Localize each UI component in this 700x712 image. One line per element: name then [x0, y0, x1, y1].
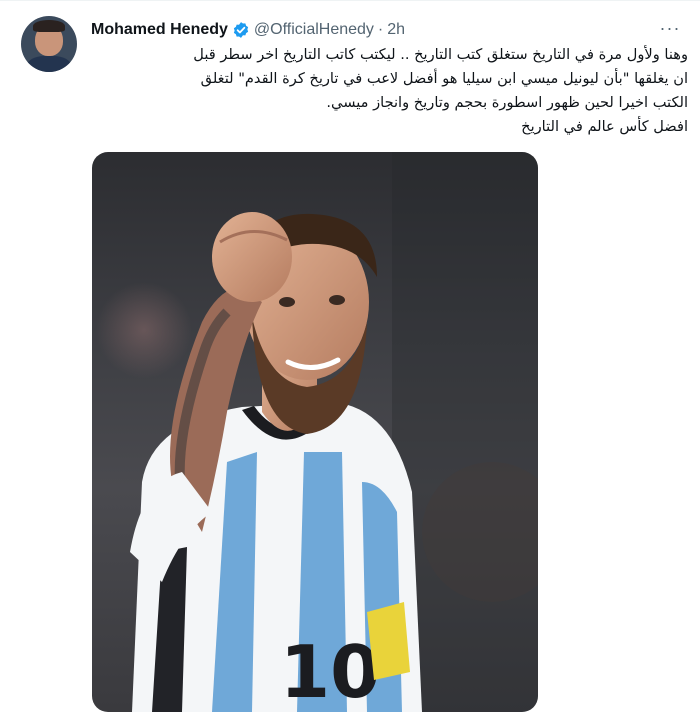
- tweet-text-line: وهنا ولأول مرة في التاريخ ستغلق كتب التا…: [193, 46, 688, 63]
- tweet-photo[interactable]: 10: [92, 152, 538, 712]
- tweet-text-line: الكتب اخيرا لحين ظهور اسطورة بحجم وتاريخ…: [326, 94, 688, 111]
- photo-illustration: 10: [96, 152, 538, 712]
- tweet-text-line: افضل كأس عالم في التاريخ: [521, 118, 688, 135]
- more-options-icon[interactable]: ···: [655, 18, 685, 42]
- header-separator: ·: [377, 21, 384, 38]
- verified-badge-icon: [232, 21, 250, 39]
- svg-text:10: 10: [280, 630, 380, 712]
- avatar-hair: [33, 20, 65, 32]
- tweet-card[interactable]: Mohamed Henedy @OfficialHenedy · 2h ··· …: [0, 0, 700, 712]
- tweet-timestamp[interactable]: 2h: [387, 21, 405, 39]
- tweet-text: وهنا ولأول مرة في التاريخ ستغلق كتب التا…: [92, 43, 688, 139]
- avatar-shirt: [27, 56, 71, 72]
- author-name[interactable]: Mohamed Henedy: [91, 21, 228, 39]
- tweet-text-line: ان يغلقها "بأن ليونيل ميسي ابن سيليا هو …: [200, 70, 688, 87]
- tweet-header: Mohamed Henedy @OfficialHenedy · 2h: [91, 19, 405, 41]
- author-handle[interactable]: @OfficialHenedy: [254, 21, 374, 39]
- author-avatar[interactable]: [21, 16, 77, 72]
